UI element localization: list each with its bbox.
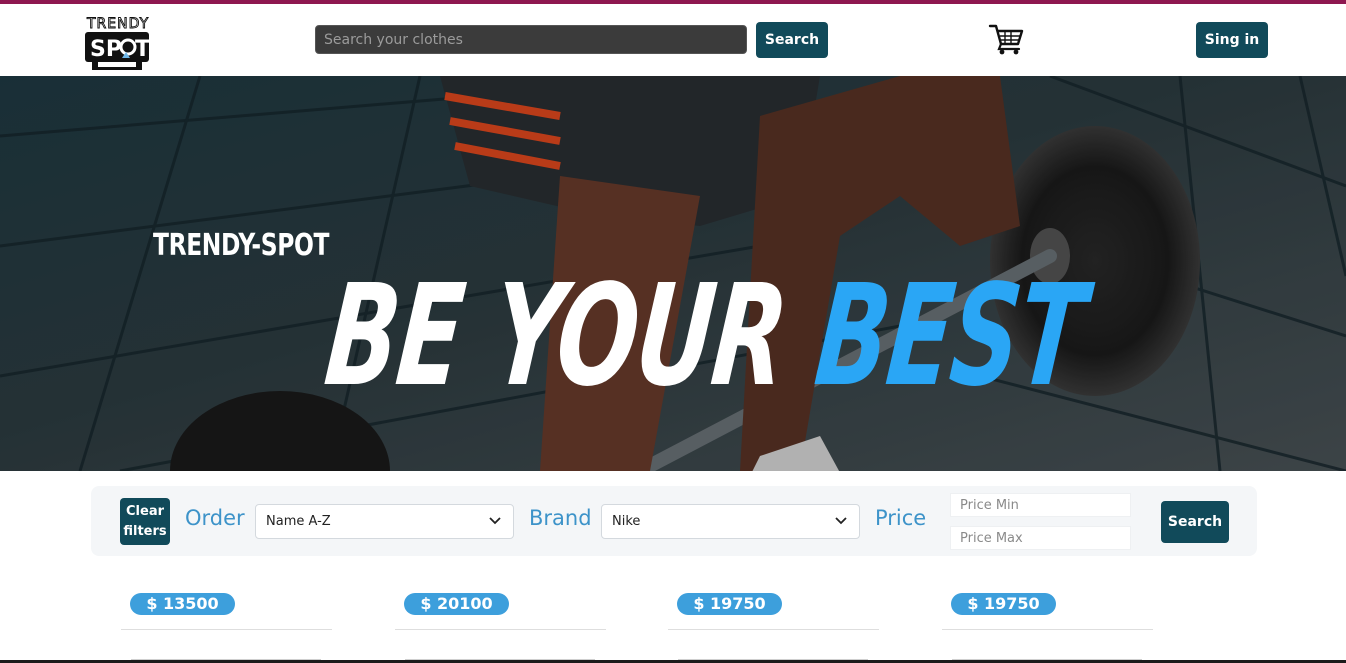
header-search-button[interactable]: Search <box>756 22 828 58</box>
site-logo[interactable]: TRENDY SP T <box>84 12 152 72</box>
site-header: TRENDY SP T Search Sing in <box>0 4 1346 76</box>
card-divider <box>121 629 332 630</box>
product-card[interactable]: $ 19750 <box>668 593 879 663</box>
brand-select-value: Nike <box>612 514 641 529</box>
svg-text:TRENDY: TRENDY <box>86 16 149 32</box>
price-max-input[interactable] <box>950 526 1131 550</box>
hero-banner: TRENDY-SPOT BE YOUR BEST <box>0 76 1346 471</box>
svg-text:T: T <box>135 37 150 62</box>
clear-filters-button[interactable]: Clear filters <box>120 498 170 545</box>
filter-search-button[interactable]: Search <box>1161 501 1229 543</box>
price-min-input[interactable] <box>950 493 1131 517</box>
card-divider <box>668 629 879 630</box>
price-badge: $ 20100 <box>404 593 509 615</box>
price-badge: $ 19750 <box>951 593 1056 615</box>
card-divider <box>942 629 1153 630</box>
price-badge: $ 13500 <box>130 593 235 615</box>
brand-select[interactable]: Nike <box>601 504 860 539</box>
order-select[interactable]: Name A-Z <box>255 504 514 539</box>
product-card[interactable]: $ 19750 <box>942 593 1153 663</box>
cart-icon[interactable] <box>988 22 1024 56</box>
product-card[interactable]: $ 13500 <box>121 593 332 663</box>
product-card[interactable]: $ 20100 <box>395 593 606 663</box>
order-select-value: Name A-Z <box>266 514 331 529</box>
order-label: Order <box>185 506 245 530</box>
signin-button[interactable]: Sing in <box>1196 22 1268 58</box>
hero-slogan-white: BE YOUR <box>319 255 825 418</box>
price-badge: $ 19750 <box>677 593 782 615</box>
hero-slogan-blue: BEST <box>809 255 1091 418</box>
search-input[interactable] <box>315 25 747 54</box>
hero-slogan: BE YOUR BEST <box>319 255 1090 418</box>
price-label: Price <box>875 506 927 530</box>
card-divider <box>395 629 606 630</box>
chevron-down-icon <box>489 517 501 525</box>
chevron-down-icon <box>835 517 847 525</box>
hero-brand-title: TRENDY-SPOT <box>153 228 330 263</box>
svg-text:SP: SP <box>90 37 122 62</box>
brand-label: Brand <box>529 506 592 530</box>
